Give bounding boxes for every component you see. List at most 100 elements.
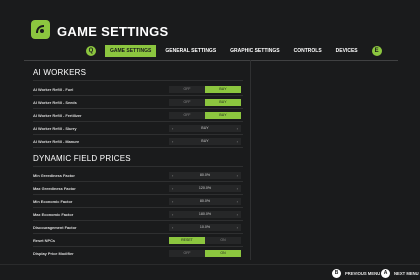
setting-row-min-economic: Min Economic Factor ‹ 80.0% › — [33, 196, 243, 206]
arrow-left-icon[interactable]: ‹ — [172, 212, 173, 217]
selector-value: 80.0% — [199, 173, 211, 177]
max-economic-selector[interactable]: ‹ 180.0% › — [169, 210, 241, 218]
tab-game-settings[interactable]: GAME SETTINGS — [105, 45, 157, 57]
setting-row-refill-slurry: AI Worker Refill - Slurry ‹ BUY › — [33, 123, 243, 133]
setting-row-min-greediness: Min Greediness Factor ‹ 80.0% › — [33, 170, 243, 180]
page-title: GAME SETTINGS — [57, 24, 169, 39]
row-divider — [33, 147, 243, 148]
arrow-right-icon[interactable]: › — [237, 139, 238, 144]
setting-row-max-economic: Max Economic Factor ‹ 180.0% › — [33, 209, 243, 219]
prev-tab-button[interactable]: Q — [86, 46, 96, 56]
discouragement-selector[interactable]: ‹ 10.0% › — [169, 223, 241, 231]
farm-logo-icon — [31, 20, 50, 39]
setting-label: Min Economic Factor — [33, 198, 73, 204]
button-b-icon: B — [332, 268, 341, 278]
row-divider — [33, 134, 243, 135]
header-divider — [24, 60, 398, 61]
next-tab-button[interactable]: E — [371, 46, 382, 56]
setting-label: Min Greediness Factor — [33, 172, 75, 178]
arrow-left-icon[interactable]: ‹ — [172, 186, 173, 191]
selector-value: 180.0% — [198, 212, 212, 216]
setting-label: Max Economic Factor — [33, 211, 74, 217]
toggle-option-on[interactable]: ON — [205, 236, 241, 244]
row-divider — [33, 108, 243, 109]
row-divider — [33, 246, 243, 247]
reset-npcs-toggle[interactable]: RESET ON — [169, 236, 241, 244]
display-price-modifier-toggle[interactable]: OFF ON — [169, 249, 241, 257]
setting-label: Reset NPCs — [33, 237, 56, 243]
setting-row-discouragement: Discouragement Factor ‹ 10.0% › — [33, 222, 243, 232]
arrow-right-icon[interactable]: › — [237, 212, 238, 217]
toggle-option-off[interactable]: OFF — [169, 249, 205, 257]
refill-fuel-toggle[interactable]: OFF BUY — [169, 85, 241, 93]
selector-value: 10.0% — [199, 225, 211, 229]
footer-divider — [0, 264, 420, 265]
toggle-option-reset[interactable]: RESET — [169, 236, 205, 244]
footer-next-menu[interactable]: A NEXT MENU — [381, 268, 419, 278]
setting-label: AI Worker Refill - Seeds — [33, 99, 77, 105]
selector-value: BUY — [201, 126, 209, 130]
selector-value: 120.0% — [198, 186, 212, 190]
row-divider — [33, 95, 243, 96]
tab-general-settings[interactable]: GENERAL SETTINGS — [160, 45, 221, 57]
arrow-left-icon[interactable]: ‹ — [172, 225, 173, 230]
setting-row-refill-fertilizer: AI Worker Refill - Fertilizer OFF BUY — [33, 110, 243, 120]
setting-label: AI Worker Refill - Fuel — [33, 86, 74, 92]
toggle-option-off[interactable]: OFF — [169, 98, 205, 106]
setting-row-max-greediness: Max Greediness Factor ‹ 120.0% › — [33, 183, 243, 193]
setting-label: Max Greediness Factor — [33, 185, 76, 191]
tab-graphic-settings[interactable]: GRAPHIC SETTINGS — [225, 45, 284, 57]
column-divider — [250, 60, 251, 260]
setting-row-reset-npcs: Reset NPCs RESET ON — [33, 235, 243, 245]
arrow-right-icon[interactable]: › — [237, 186, 238, 191]
arrow-left-icon[interactable]: ‹ — [172, 126, 173, 131]
section-underline — [33, 166, 243, 167]
arrow-left-icon[interactable]: ‹ — [172, 199, 173, 204]
setting-label: Discouragement Factor — [33, 224, 77, 230]
selector-value: BUY — [201, 139, 209, 143]
refill-fertilizer-toggle[interactable]: OFF BUY — [169, 111, 241, 119]
row-divider — [33, 207, 243, 208]
refill-seeds-toggle[interactable]: OFF BUY — [169, 98, 241, 106]
setting-label: AI Worker Refill - Fertilizer — [33, 112, 82, 118]
setting-label: AI Worker Refill - Slurry — [33, 125, 77, 131]
max-greediness-selector[interactable]: ‹ 120.0% › — [169, 184, 241, 192]
tab-bar: Q GAME SETTINGS GENERAL SETTINGS GRAPHIC… — [86, 44, 382, 58]
footer-previous-menu[interactable]: B PREVIOUS MENU — [332, 268, 380, 278]
min-greediness-selector[interactable]: ‹ 80.0% › — [169, 171, 241, 179]
toggle-option-off[interactable]: OFF — [169, 85, 205, 93]
arrow-left-icon[interactable]: ‹ — [172, 139, 173, 144]
row-divider — [33, 181, 243, 182]
row-divider — [33, 121, 243, 122]
refill-manure-selector[interactable]: ‹ BUY › — [169, 137, 241, 145]
setting-row-refill-seeds: AI Worker Refill - Seeds OFF BUY — [33, 97, 243, 107]
button-a-icon: A — [381, 268, 390, 278]
row-divider — [33, 233, 243, 234]
arrow-right-icon[interactable]: › — [237, 173, 238, 178]
min-economic-selector[interactable]: ‹ 80.0% › — [169, 197, 241, 205]
section-title-ai-workers: AI WORKERS — [33, 68, 87, 77]
setting-row-refill-fuel: AI Worker Refill - Fuel OFF BUY — [33, 84, 243, 94]
arrow-right-icon[interactable]: › — [237, 199, 238, 204]
tab-devices[interactable]: DEVICES — [331, 45, 363, 57]
toggle-option-buy[interactable]: BUY — [205, 85, 241, 93]
setting-row-display-price-modifier: Display Price Modifier OFF ON — [33, 248, 243, 258]
arrow-right-icon[interactable]: › — [237, 126, 238, 131]
setting-label: AI Worker Refill - Manure — [33, 138, 80, 144]
next-menu-label: NEXT MENU — [394, 270, 419, 276]
arrow-right-icon[interactable]: › — [237, 225, 238, 230]
selector-value: 80.0% — [199, 199, 211, 203]
toggle-option-buy[interactable]: BUY — [205, 111, 241, 119]
toggle-option-on[interactable]: ON — [205, 249, 241, 257]
previous-menu-label: PREVIOUS MENU — [345, 270, 381, 276]
tab-controls[interactable]: CONTROLS — [289, 45, 327, 57]
toggle-option-off[interactable]: OFF — [169, 111, 205, 119]
toggle-option-buy[interactable]: BUY — [205, 98, 241, 106]
setting-row-refill-manure: AI Worker Refill - Manure ‹ BUY › — [33, 136, 243, 146]
section-title-dynamic-field-prices: DYNAMIC FIELD PRICES — [33, 154, 131, 163]
refill-slurry-selector[interactable]: ‹ BUY › — [169, 124, 241, 132]
section-underline — [33, 80, 243, 81]
arrow-left-icon[interactable]: ‹ — [172, 173, 173, 178]
setting-label: Display Price Modifier — [33, 250, 74, 256]
row-divider — [33, 194, 243, 195]
